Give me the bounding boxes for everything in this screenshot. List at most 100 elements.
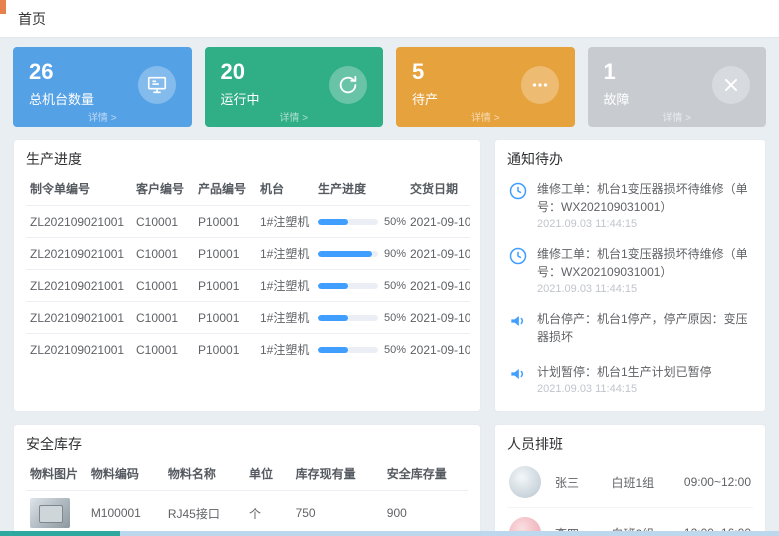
notification-text: 机台停产：机台1停产，停产原因：变压器损坏 — [537, 310, 753, 346]
panel-title: 人员排班 — [507, 434, 753, 454]
col-code: 物料编码 — [87, 457, 164, 491]
col-progress: 生产进度 — [314, 172, 406, 206]
col-image: 物料图片 — [26, 457, 87, 491]
inventory-table: 物料图片 物料编码 物料名称 单位 库存现有量 安全库存量 M100001 RJ… — [26, 457, 468, 536]
detail-link[interactable]: 详情 > — [396, 109, 575, 124]
progress-bar — [318, 315, 378, 321]
col-safety: 安全库存量 — [383, 457, 468, 491]
cell-machine: 1#注塑机 — [256, 270, 314, 302]
cell-customer: C10001 — [132, 206, 194, 238]
cell-customer: C10001 — [132, 270, 194, 302]
cell-customer: C10001 — [132, 334, 194, 366]
notification-time: 2021.09.03 11:44:15 — [537, 383, 712, 395]
cell-product: P10001 — [194, 334, 256, 366]
waiting-icon — [521, 66, 559, 104]
dashboard-content: 26 总机台数量 详情 > 20 运行中 — [0, 38, 779, 536]
cell-order: ZL202109021001 — [26, 206, 132, 238]
clock-icon — [507, 180, 529, 202]
machine-icon — [138, 66, 176, 104]
stat-label: 总机台数量 — [29, 89, 94, 108]
cell-safety: 900 — [383, 491, 468, 536]
stat-label: 待产 — [412, 89, 438, 108]
progress-bar — [318, 251, 378, 257]
notification-item[interactable]: 机台停产：机台1停产，停产原因：变压器损坏 — [507, 302, 753, 355]
progress-percent: 50% — [384, 216, 406, 228]
stat-card-total-machines[interactable]: 26 总机台数量 详情 > — [13, 47, 192, 127]
notification-body: 计划暂停：机台1生产计划已暂停 2021.09.03 11:44:15 — [537, 363, 712, 395]
table-row: ZL202109021001 C10001 P10001 1#注塑机 50% 2… — [26, 206, 470, 238]
tab-home[interactable]: 首页 — [18, 9, 46, 29]
progress-percent: 50% — [384, 280, 406, 292]
scrollbar-thumb[interactable] — [0, 531, 120, 536]
sidebar-edge-strip — [0, 0, 6, 14]
cell-machine: 1#注塑机 — [256, 206, 314, 238]
stat-card-running[interactable]: 20 运行中 详情 > — [205, 47, 384, 127]
cell-progress: 50% — [314, 302, 406, 334]
cell-customer: C10001 — [132, 238, 194, 270]
detail-link[interactable]: 详情 > — [13, 109, 192, 124]
cell-image — [26, 491, 87, 536]
cell-customer: C10001 — [132, 302, 194, 334]
col-unit: 单位 — [245, 457, 292, 491]
panel-title: 生产进度 — [26, 149, 468, 169]
table-row: M100001 RJ45接口 个 750 900 — [26, 491, 468, 536]
cell-progress: 50% — [314, 270, 406, 302]
cell-machine: 1#注塑机 — [256, 238, 314, 270]
staff-time: 09:00~12:00 — [684, 475, 751, 489]
cell-product: P10001 — [194, 302, 256, 334]
stat-label: 故障 — [604, 89, 630, 108]
notification-text: 计划暂停：机台1生产计划已暂停 — [537, 363, 712, 381]
cell-product: P10001 — [194, 238, 256, 270]
cell-date: 2021-09-10 — [406, 206, 470, 238]
progress-bar — [318, 283, 378, 289]
progress-bar — [318, 219, 378, 225]
stat-card-waiting[interactable]: 5 待产 详情 > — [396, 47, 575, 127]
table-row: ZL202109021001 C10001 P10001 1#注塑机 50% 2… — [26, 270, 470, 302]
stat-value: 26 — [29, 60, 94, 84]
cell-date: 2021-09-10 — [406, 238, 470, 270]
notification-body: 维修工单：机台1变压器损坏待维修（单号：WX202109031001） 2021… — [537, 245, 753, 295]
notifications-panel: 通知待办 维修工单：机台1变压器损坏待维修（单号：WX202109031001）… — [494, 139, 766, 412]
production-progress-panel: 生产进度 制令单编号 客户编号 产品编号 机台 生产进度 交货日期 ZL2021 — [13, 139, 481, 412]
stat-value: 1 — [604, 60, 630, 84]
fault-icon — [712, 66, 750, 104]
cell-progress: 50% — [314, 334, 406, 366]
cell-name: RJ45接口 — [164, 491, 245, 536]
notification-item[interactable]: 维修工单：机台1变压器损坏待维修（单号：WX202109031001） 2021… — [507, 172, 753, 237]
cell-date: 2021-09-10 — [406, 302, 470, 334]
stat-card-fault[interactable]: 1 故障 详情 > — [588, 47, 767, 127]
panel-title: 通知待办 — [507, 149, 753, 169]
table-row: ZL202109021001 C10001 P10001 1#注塑机 50% 2… — [26, 302, 470, 334]
staff-schedule-panel: 人员排班 张三 白班1组 09:00~12:00 李四 白班2组 12:00~1… — [494, 424, 766, 536]
avatar — [509, 466, 541, 498]
detail-link[interactable]: 详情 > — [588, 109, 767, 124]
detail-link[interactable]: 详情 > — [205, 109, 384, 124]
top-tab-bar: 首页 — [0, 0, 779, 38]
notification-body: 机台停产：机台1停产，停产原因：变压器损坏 — [537, 310, 753, 348]
speaker-icon — [507, 310, 529, 332]
cell-order: ZL202109021001 — [26, 270, 132, 302]
stat-value: 5 — [412, 60, 438, 84]
table-row: ZL202109021001 C10001 P10001 1#注塑机 90% 2… — [26, 238, 470, 270]
cell-date: 2021-09-10 — [406, 334, 470, 366]
notification-time: 2021.09.03 11:44:15 — [537, 283, 753, 295]
col-date: 交货日期 — [406, 172, 470, 206]
production-table: 制令单编号 客户编号 产品编号 机台 生产进度 交货日期 ZL202109021… — [26, 172, 470, 365]
cell-code: M100001 — [87, 491, 164, 536]
cell-product: P10001 — [194, 270, 256, 302]
speaker-icon — [507, 363, 529, 385]
col-order: 制令单编号 — [26, 172, 132, 206]
table-header-row: 制令单编号 客户编号 产品编号 机台 生产进度 交货日期 — [26, 172, 470, 206]
panel-title: 安全库存 — [26, 434, 468, 454]
notification-text: 维修工单：机台1变压器损坏待维修（单号：WX202109031001） — [537, 180, 753, 216]
progress-percent: 50% — [384, 344, 406, 356]
notification-item[interactable]: 维修工单：机台1变压器损坏待维修（单号：WX202109031001） 2021… — [507, 237, 753, 302]
horizontal-scrollbar — [0, 531, 779, 536]
panels-grid: 生产进度 制令单编号 客户编号 产品编号 机台 生产进度 交货日期 ZL2021 — [13, 139, 766, 536]
notification-time: 2021.09.03 11:44:15 — [537, 218, 753, 230]
staff-row: 张三 白班1组 09:00~12:00 — [507, 457, 753, 507]
notification-item[interactable]: 计划暂停：机台1生产计划已暂停 2021.09.03 11:44:15 — [507, 355, 753, 402]
stat-cards-row: 26 总机台数量 详情 > 20 运行中 — [13, 47, 766, 127]
cell-order: ZL202109021001 — [26, 238, 132, 270]
notification-body: 维修工单：机台1变压器损坏待维修（单号：WX202109031001） 2021… — [537, 180, 753, 230]
